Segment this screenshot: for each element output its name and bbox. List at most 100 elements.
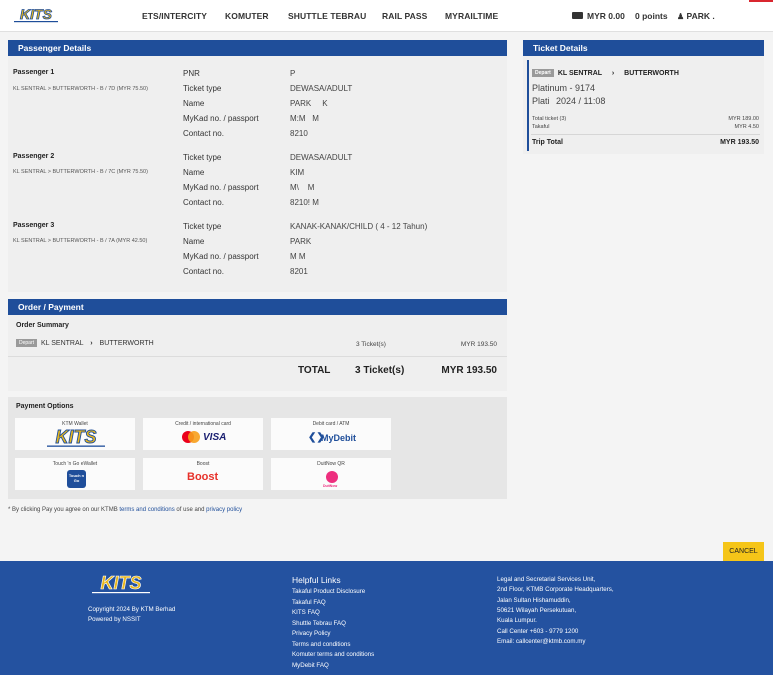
payment-caption: Boost <box>196 461 210 467</box>
nav-komuter[interactable]: KOMUTER <box>225 11 269 21</box>
payment-debit-card[interactable]: Debit card / ATM ❮❯ MyDebit <box>270 417 392 451</box>
nav-shuttle-tebrau[interactable]: SHUTTLE TEBRAU <box>288 11 366 21</box>
date-prefix: Plati <box>532 96 550 106</box>
payment-boost[interactable]: Boost Boost <box>142 457 264 491</box>
payment-duitnow[interactable]: DuitNow QR DuitNow <box>270 457 392 491</box>
payment-caption: Credit / international card <box>175 421 231 427</box>
field-label: Ticket type <box>183 153 222 162</box>
svg-text:KITS: KITS <box>100 573 141 593</box>
header-accent <box>749 0 773 2</box>
order-title: Order / Payment <box>8 299 507 315</box>
passenger-details-panel: Passenger Details Passenger 1 KL SENTRAL… <box>8 40 507 292</box>
kits-footer-logo: KITS <box>92 573 150 593</box>
duitnow-logo: DuitNow <box>323 484 338 488</box>
svg-text:KITS: KITS <box>20 6 53 22</box>
field-label: Name <box>183 99 205 108</box>
passenger-route: KL SENTRAL > BUTTERWORTH - B / 7C (MYR 7… <box>13 169 148 175</box>
ticket-row-label: Total ticket (3) <box>532 116 567 122</box>
payment-touch-n-go[interactable]: Touch 'n Go eWallet Touch n Go <box>14 457 136 491</box>
departure-datetime: Plati 2024 / 11:08 <box>532 96 605 106</box>
wallet-balance[interactable]: MYR 0.00 <box>572 11 625 21</box>
payment-caption: Touch 'n Go eWallet <box>52 461 98 467</box>
trip-total-value: MYR 193.50 <box>720 139 759 146</box>
address-line: Jalan Sultan Hishamuddin, <box>497 596 571 604</box>
ticket-row-value: MYR 189.00 <box>728 116 759 122</box>
disclaimer-text: of use and <box>174 507 207 513</box>
ticket-route: Depart KL SENTRAL › BUTTERWORTH <box>532 69 679 77</box>
wallet-icon <box>572 12 583 20</box>
ticket-type-value: DEWASA/ADULT <box>290 153 353 162</box>
footer-link[interactable]: Privacy Policy <box>292 629 331 639</box>
field-label: Contact no. <box>183 129 224 138</box>
divider <box>8 356 507 357</box>
top-nav: KITS ETS/INTERCITY KOMUTER SHUTTLE TEBRA… <box>0 0 773 32</box>
field-label: Contact no. <box>183 198 224 207</box>
user-menu[interactable]: ♟ PARK . <box>677 11 715 21</box>
email-link[interactable]: Email: callcenter@ktmb.com.my <box>497 637 585 647</box>
order-panel: Order / Payment Order Summary Depart KL S… <box>8 299 507 391</box>
order-line-tickets: 3 Ticket(s) <box>356 341 386 348</box>
ticket-row-value: MYR 4.50 <box>734 124 759 130</box>
footer-link[interactable]: Terms and conditions <box>292 640 350 650</box>
order-summary-title: Order Summary <box>16 322 69 329</box>
field-label: MyKad no. / passport <box>183 252 259 261</box>
user-icon: ♟ <box>677 12 685 21</box>
depart-badge: Depart <box>16 339 38 347</box>
train-name: Platinum - 9174 <box>532 83 596 93</box>
points-balance[interactable]: 0 points <box>635 11 668 21</box>
field-label: Ticket type <box>183 222 222 231</box>
order-route: Depart KL SENTRAL › BUTTERWORTH <box>16 339 154 347</box>
route-from: KL SENTRAL <box>557 69 602 77</box>
footer-link[interactable]: Takaful Product Disclosure <box>292 587 365 597</box>
mykad-value: M:M M <box>290 114 319 123</box>
route-to: BUTTERWORTH <box>624 69 679 77</box>
address-line: 2nd Floor, KTMB Corporate Headquarters, <box>497 586 614 594</box>
footer-link[interactable]: Takaful FAQ <box>292 598 326 608</box>
svg-text:KITS: KITS <box>55 427 96 447</box>
field-label: Name <box>183 237 205 246</box>
field-label: PNR <box>183 69 200 78</box>
pay-disclaimer: * By clicking Pay you agree on our KTMB … <box>8 507 242 513</box>
total-tickets: 3 Ticket(s) <box>355 365 405 376</box>
passenger-heading: Passenger 1 <box>13 69 55 76</box>
kits-logo[interactable]: KITS <box>10 6 62 24</box>
touch-n-go-logo: Touch n Go <box>67 470 86 488</box>
ticket-details-title: Ticket Details <box>523 40 764 56</box>
footer-link[interactable]: MyDebit FAQ <box>292 661 329 671</box>
ticket-accent-bar <box>527 60 529 151</box>
passenger-details-title: Passenger Details <box>8 40 507 56</box>
payment-credit-card[interactable]: Credit / international card VISA <box>142 417 264 451</box>
passenger-heading: Passenger 3 <box>13 222 55 229</box>
field-label: Ticket type <box>183 84 222 93</box>
privacy-policy-link[interactable]: privacy policy <box>206 507 242 513</box>
cancel-button[interactable]: CANCEL <box>723 542 764 561</box>
call-center: Call Center +603 - 9779 1200 <box>497 627 579 635</box>
contact-value: 8210 <box>290 129 308 138</box>
visa-logo: VISA <box>203 432 227 443</box>
passenger-route: KL SENTRAL > BUTTERWORTH - B / 7D (MYR 7… <box>13 86 148 92</box>
footer-link[interactable]: Shuttle Tebrau FAQ <box>292 619 346 629</box>
trip-total-label: Trip Total <box>532 139 563 146</box>
arrow-right-icon: › <box>90 339 93 347</box>
footer-link[interactable]: Komuter terms and conditions <box>292 650 374 660</box>
terms-link[interactable]: terms and conditions <box>119 507 174 513</box>
field-label: MyKad no. / passport <box>183 183 259 192</box>
payment-options-panel: Payment Options KTM Wallet KITS Credit /… <box>8 397 507 499</box>
copyright-text: Copyright 2024 By KTM Berhad <box>88 606 176 613</box>
nav-ets-intercity[interactable]: ETS/INTERCITY <box>142 11 207 21</box>
kits-logo: KITS <box>47 427 105 447</box>
user-name: PARK . <box>686 11 715 21</box>
depart-badge: Depart <box>532 69 554 77</box>
mykad-value: M\ M <box>290 183 315 192</box>
mykad-value: M M <box>290 252 306 261</box>
footer-link[interactable]: KITS FAQ <box>292 608 320 618</box>
mydebit-logo: MyDebit <box>321 433 357 443</box>
pnr-value: P <box>290 69 296 78</box>
divider <box>531 134 760 135</box>
nav-rail-pass[interactable]: RAIL PASS <box>382 11 427 21</box>
address-line: Legal and Secretarial Services Unit, <box>497 576 596 583</box>
address-line: Kuala Lumpur. <box>497 617 537 625</box>
ticket-row-label: Takaful <box>532 124 550 130</box>
nav-myrailtime[interactable]: MYRAILTIME <box>445 11 498 21</box>
payment-ktm-wallet[interactable]: KTM Wallet KITS <box>14 417 136 451</box>
